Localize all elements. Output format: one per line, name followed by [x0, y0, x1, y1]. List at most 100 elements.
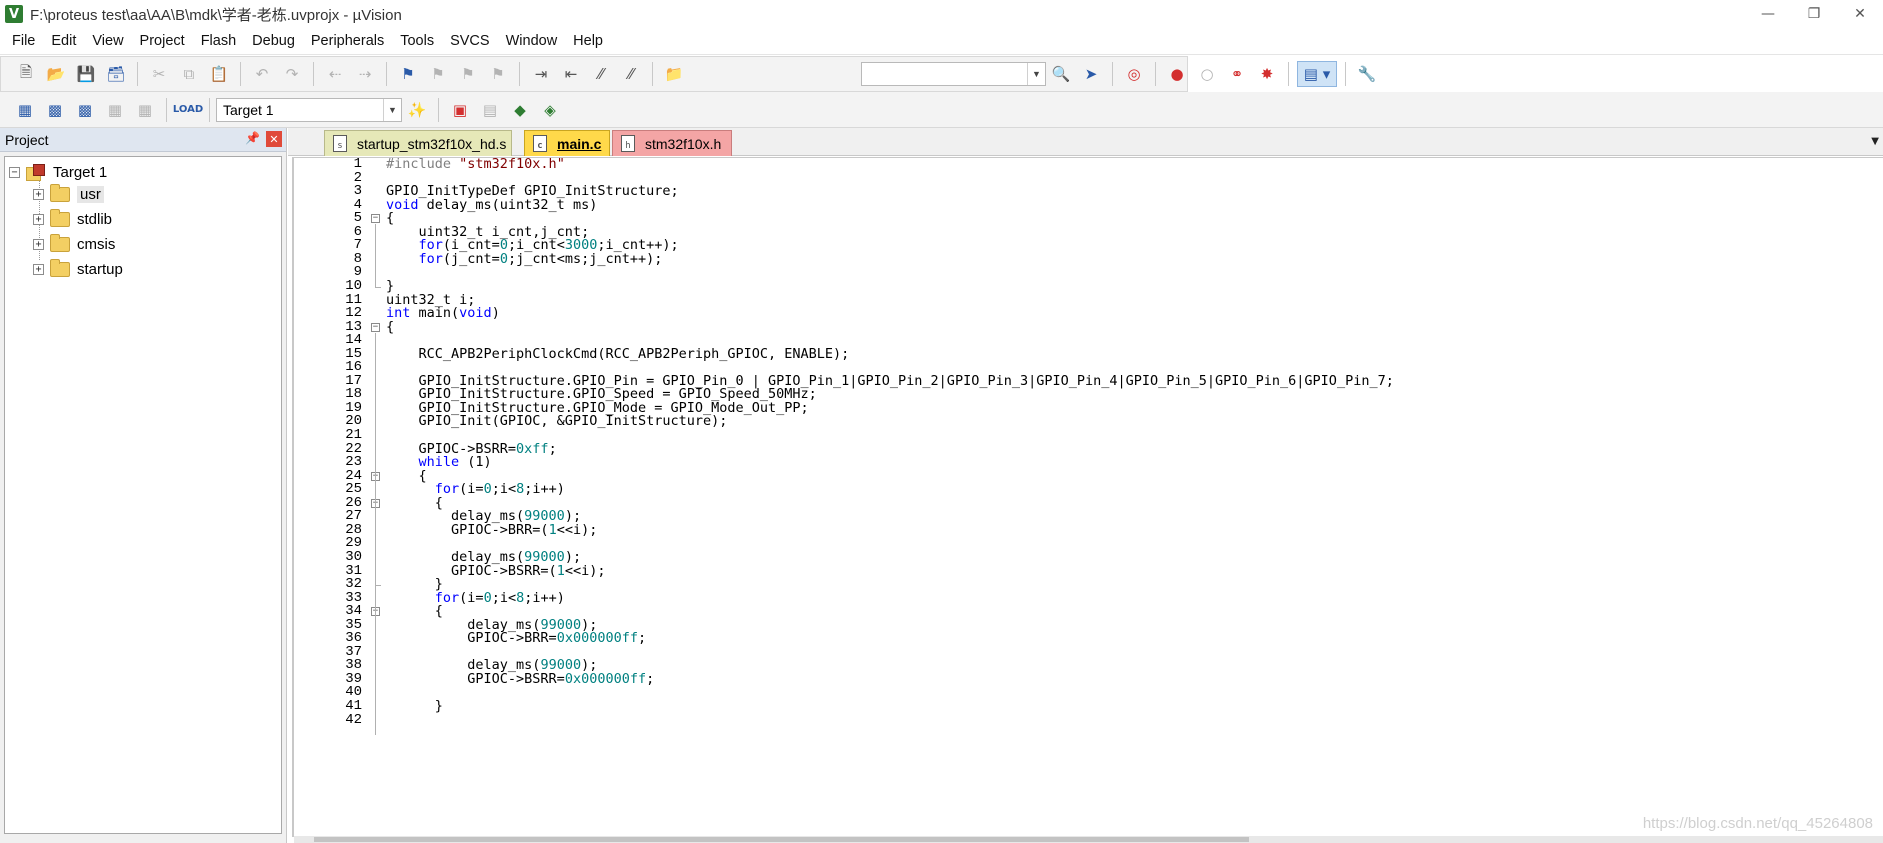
comment-icon[interactable]: ⁄⁄: [588, 61, 614, 87]
project-panel-title: Project: [5, 131, 49, 148]
code-token: (i=: [459, 481, 484, 498]
fold-end-marker: [375, 582, 381, 587]
code-line[interactable]: }: [386, 699, 443, 714]
code-token: 0x000000ff: [564, 670, 647, 687]
kill-breakpoints-icon[interactable]: ✸: [1254, 61, 1280, 87]
translate-icon[interactable]: ▦: [12, 97, 38, 123]
build-toolbar: ▦ ▩ ▩ ▦ ▦ LOAD Target 1 ▼ ✨ ▣ ▤ ◆ ◈: [0, 92, 1883, 128]
build-icon[interactable]: ▩: [42, 97, 68, 123]
start-debug-icon[interactable]: ◎: [1121, 61, 1147, 87]
code-line[interactable]: void delay_ms(uint32_t ms): [386, 198, 597, 213]
menu-flash[interactable]: Flash: [193, 30, 244, 52]
bookmark-clear-icon[interactable]: ⚑: [485, 61, 511, 87]
editor-tabs: s startup_stm32f10x_hd.s c main.c h stm3…: [288, 128, 1883, 156]
enable-breakpoint-icon[interactable]: ○: [1194, 61, 1220, 87]
find-combo[interactable]: ▼: [861, 62, 1046, 86]
menu-svcs[interactable]: SVCS: [442, 30, 498, 52]
code-token: <<i);: [556, 521, 598, 538]
code-line[interactable]: GPIOC->BRR=(1<<i);: [386, 521, 598, 538]
menu-debug[interactable]: Debug: [244, 30, 303, 52]
open-file-icon[interactable]: 📂: [43, 61, 69, 87]
code-line[interactable]: GPIO_Init(GPIOC, &GPIO_InitStructure);: [386, 415, 728, 429]
target-icon: [26, 163, 46, 181]
collapse-icon[interactable]: −: [9, 166, 20, 178]
menu-edit[interactable]: Edit: [43, 30, 84, 52]
menu-file[interactable]: File: [4, 30, 43, 52]
bookmark-prev-icon[interactable]: ⚑: [425, 61, 451, 87]
tree-item-usr[interactable]: + usr: [33, 183, 104, 205]
scrollbar-thumb[interactable]: [314, 837, 1249, 842]
code-line[interactable]: GPIOC->BRR=0x000000ff;: [386, 631, 646, 646]
target-select[interactable]: Target 1 ▼: [216, 97, 402, 122]
stop-build-icon[interactable]: ▦: [132, 97, 158, 123]
save-all-icon[interactable]: 🗃: [103, 61, 129, 87]
tab-main-c[interactable]: c main.c: [524, 130, 610, 156]
copy-icon[interactable]: ⧉: [176, 61, 202, 87]
menu-help[interactable]: Help: [565, 30, 611, 52]
tab-startup-stm32f10x-hd-s[interactable]: s startup_stm32f10x_hd.s: [324, 130, 512, 156]
code-line[interactable]: for(j_cnt=0;j_cnt<ms;j_cnt++);: [386, 252, 663, 267]
save-icon[interactable]: 💾: [73, 61, 99, 87]
bookmark-next-icon[interactable]: ⚑: [455, 61, 481, 87]
tabs-dropdown-icon[interactable]: ▼: [1871, 136, 1879, 147]
find-icon[interactable]: 🔍: [1048, 61, 1074, 87]
tree-item-startup[interactable]: + startup: [33, 258, 123, 280]
batch-build-icon[interactable]: ▦: [102, 97, 128, 123]
restore-button[interactable]: ❐: [1791, 0, 1837, 28]
horizontal-scrollbar[interactable]: [294, 836, 1883, 843]
insert-breakpoint-icon[interactable]: ●: [1164, 61, 1190, 87]
undo-icon[interactable]: ↶: [249, 61, 275, 87]
redo-icon[interactable]: ↷: [279, 61, 305, 87]
menu-view[interactable]: View: [84, 30, 131, 52]
cut-icon[interactable]: ✂: [146, 61, 172, 87]
incremental-find-icon[interactable]: ➤: [1078, 61, 1104, 87]
select-packs-icon[interactable]: ◆: [507, 97, 533, 123]
code-token: 0: [483, 589, 492, 606]
uncomment-icon[interactable]: ⁄⁄: [618, 61, 644, 87]
fold-toggle-icon[interactable]: −: [371, 214, 380, 224]
window-layout-icon[interactable]: ▤ ▾: [1297, 61, 1337, 87]
chevron-down-icon[interactable]: ▼: [383, 98, 401, 121]
configure-icon[interactable]: 🔧: [1354, 61, 1380, 87]
expand-icon[interactable]: +: [33, 188, 44, 200]
tree-item-cmsis[interactable]: + cmsis: [33, 233, 115, 255]
bookmark-toggle-icon[interactable]: ⚑: [395, 61, 421, 87]
expand-icon[interactable]: +: [33, 238, 44, 250]
manage-packs-icon[interactable]: ▤: [477, 97, 503, 123]
tab-stm32f10x-h[interactable]: h stm32f10x.h: [612, 130, 732, 156]
code-line[interactable]: #include "stm32f10x.h": [386, 158, 565, 172]
code-line[interactable]: {: [386, 320, 394, 335]
download-load-icon[interactable]: LOAD: [173, 97, 203, 123]
menu-tools[interactable]: Tools: [392, 30, 442, 52]
code-line[interactable]: int main(void): [386, 306, 500, 321]
fold-toggle-icon[interactable]: −: [371, 322, 380, 332]
chevron-down-icon[interactable]: ▼: [1027, 63, 1045, 85]
code-line[interactable]: GPIOC->BSRR=0x000000ff;: [386, 670, 654, 687]
close-icon[interactable]: ✕: [266, 131, 282, 147]
find-in-files-icon[interactable]: 📁: [661, 61, 687, 87]
menu-project[interactable]: Project: [132, 30, 193, 52]
expand-icon[interactable]: +: [33, 263, 44, 275]
manage-components-icon[interactable]: ▣: [447, 97, 473, 123]
indent-icon[interactable]: ⇥: [528, 61, 554, 87]
navigate-forward-icon[interactable]: ⇢: [352, 61, 378, 87]
paste-icon[interactable]: 📋: [206, 61, 232, 87]
code-area[interactable]: #include "stm32f10x.h" GPIO_InitTypeDef G…: [386, 158, 1883, 837]
minimize-button[interactable]: —: [1745, 0, 1791, 28]
disable-breakpoints-icon[interactable]: ⚭: [1224, 61, 1250, 87]
navigate-back-icon[interactable]: ⇠: [322, 61, 348, 87]
close-button[interactable]: ✕: [1837, 0, 1883, 28]
run-time-env-icon[interactable]: ◈: [537, 97, 563, 123]
unindent-icon[interactable]: ⇤: [558, 61, 584, 87]
new-file-icon[interactable]: 🗎: [13, 61, 39, 87]
menu-window[interactable]: Window: [498, 30, 566, 52]
pin-icon[interactable]: 📌: [245, 131, 260, 145]
code-editor[interactable]: 1 2 3 4 5 6 7 8 9 10 11 12 13 14 15 16 17 18 19 20 21 22 23 24 2…: [292, 157, 1883, 837]
menu-peripherals[interactable]: Peripherals: [303, 30, 392, 52]
tree-item-target[interactable]: − Target 1: [9, 161, 107, 183]
target-options-icon[interactable]: ✨: [404, 97, 430, 123]
tree-item-stdlib[interactable]: + stdlib: [33, 208, 112, 230]
rebuild-icon[interactable]: ▩: [72, 97, 98, 123]
code-line[interactable]: RCC_APB2PeriphClockCmd(RCC_APB2Periph_GP…: [386, 347, 850, 362]
expand-icon[interactable]: +: [33, 213, 44, 225]
